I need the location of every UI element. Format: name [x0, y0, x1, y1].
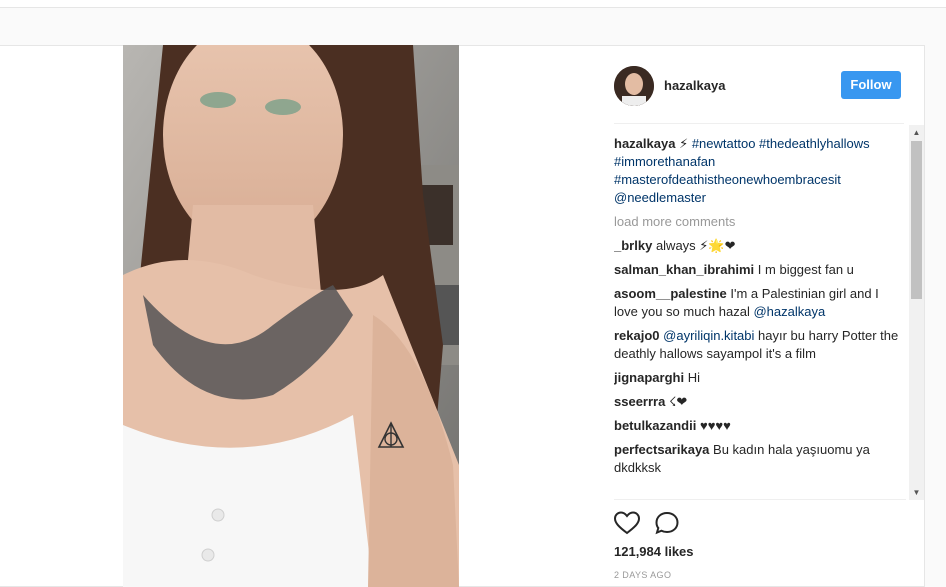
comment-item: perfectsarikaya Bu kadın hala yaşıuomu y…	[614, 441, 906, 477]
comment-username[interactable]: betulkazandii	[614, 418, 696, 433]
comment-item: sseerrra ☇❤	[614, 393, 906, 411]
comment-username[interactable]: _brlky	[614, 238, 652, 253]
comment-text: Hi	[687, 370, 700, 385]
comment-text: ♥♥♥♥	[699, 418, 731, 433]
browser-top-strip	[0, 0, 946, 8]
comment-username[interactable]: asoom__palestine	[614, 286, 727, 301]
caption-username[interactable]: hazalkaya	[614, 136, 675, 151]
comment-item: salman_khan_ibrahimi I m biggest fan u	[614, 261, 906, 279]
comment-text: I m biggest fan u	[757, 262, 854, 277]
load-more-comments-link[interactable]: load more comments	[614, 213, 906, 231]
follow-button[interactable]: Follow	[841, 71, 901, 99]
comment-username[interactable]: salman_khan_ibrahimi	[614, 262, 754, 277]
post-date[interactable]: 2 DAYS AGO	[614, 570, 671, 580]
comment-mention[interactable]: @ayriliqin.kitabi	[663, 328, 754, 343]
comment-text: ☇❤	[668, 394, 688, 409]
comment-username[interactable]: rekajo0	[614, 328, 660, 343]
comment-item: rekajo0 @ayriliqin.kitabi hayır bu harry…	[614, 327, 906, 363]
caption-emoji: ⚡	[679, 136, 689, 151]
comment-username[interactable]: sseerrra	[614, 394, 665, 409]
divider	[614, 123, 904, 124]
arrow-down-icon[interactable]: ▼	[909, 485, 924, 500]
likes-count[interactable]: 121,984 likes	[614, 544, 694, 559]
comment-item: asoom__palestine I'm a Palestinian girl …	[614, 285, 906, 321]
comments-scrollbar[interactable]: ▲ ▼	[909, 125, 924, 500]
speech-bubble-icon[interactable]	[654, 511, 680, 535]
comment-username[interactable]: jignaparghi	[614, 370, 684, 385]
heart-outline-icon[interactable]	[613, 511, 641, 535]
header-username[interactable]: hazalkaya	[664, 78, 725, 93]
photo-illustration	[123, 45, 459, 587]
arrow-up-icon[interactable]: ▲	[909, 125, 924, 140]
post-photo[interactable]	[123, 45, 459, 587]
comment-item: betulkazandii ♥♥♥♥	[614, 417, 906, 435]
divider	[614, 499, 906, 500]
caption: hazalkaya ⚡ #newtattoo #thedeathlyhallow…	[614, 135, 906, 207]
avatar[interactable]	[614, 66, 654, 106]
comment-username[interactable]: perfectsarikaya	[614, 442, 709, 457]
comments-list: hazalkaya ⚡ #newtattoo #thedeathlyhallow…	[614, 135, 906, 503]
caption-mention[interactable]: @needlemaster	[614, 190, 706, 205]
comment-mention[interactable]: @hazalkaya	[753, 304, 825, 319]
post-side-panel: hazalkaya Follow hazalkaya ⚡ #newtattoo …	[598, 45, 925, 587]
scrollbar-thumb[interactable]	[911, 141, 922, 299]
avatar-image	[614, 66, 654, 106]
post-header: hazalkaya Follow	[598, 45, 925, 124]
comment-text: always ⚡🌟❤	[655, 238, 736, 253]
comment-item: jignaparghi Hi	[614, 369, 906, 387]
comment-item: _brlky always ⚡🌟❤	[614, 237, 906, 255]
